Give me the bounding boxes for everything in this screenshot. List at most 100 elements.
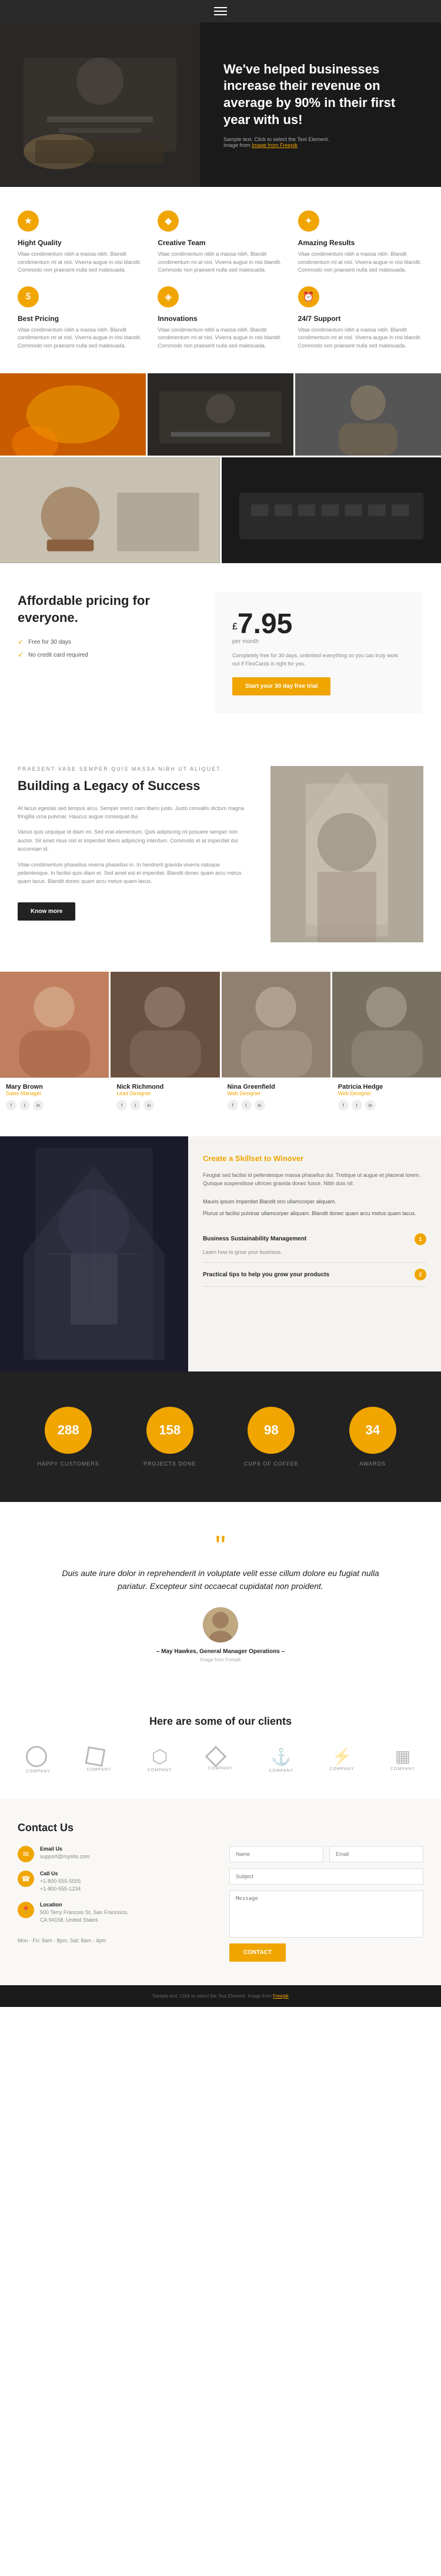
feature-creative: ◆ Creative Team Vitae condimentum nibh a… [158, 210, 283, 275]
content-bullet-1: Mauris ipsum Imperdiet Blandit orci ulla… [203, 1197, 426, 1206]
clients-section: Here are some of our clients COMPANY COM… [0, 1692, 441, 1798]
twitter-icon-1[interactable]: t [19, 1100, 30, 1110]
legacy-heading: Building a Legacy of Success [18, 778, 247, 795]
team-photo-4 [332, 972, 441, 1078]
stat-number-1: 288 [58, 1423, 79, 1438]
team-member-3: Nina Greenfield Web Designer f t in [222, 972, 330, 1119]
phone-value: +1-800-555-5555 +1-800-555-1234 [40, 1878, 81, 1893]
testimonial-name: – May Hawkes, General Manager Operations… [35, 1648, 406, 1655]
instagram-icon-1[interactable]: in [33, 1100, 44, 1110]
team-socials-3: f t in [228, 1100, 325, 1110]
legacy-photo [270, 766, 423, 942]
trial-button[interactable]: Start your 30 day free trial [232, 677, 330, 695]
team-role-1: Sales Manager [6, 1090, 103, 1096]
instagram-icon-3[interactable]: in [255, 1100, 265, 1110]
accordion-title-1[interactable]: Business Sustainability Management 1 [203, 1233, 426, 1245]
price-display: £7.95 [232, 610, 406, 638]
legacy-section: Praesent vase semper quis massa nibh ut … [0, 742, 441, 966]
stat-label-1: HAPPY CUSTOMERS [29, 1461, 108, 1467]
message-textarea[interactable] [229, 1891, 423, 1938]
facebook-icon-1[interactable]: f [6, 1100, 16, 1110]
navigation [0, 0, 441, 22]
instagram-icon-2[interactable]: in [143, 1100, 154, 1110]
feature-quality-text: Vitae condimentum nibh a massa nibh. Bla… [18, 250, 143, 275]
twitter-icon-3[interactable]: t [241, 1100, 252, 1110]
hero-image-link[interactable]: Image from Freepik [252, 142, 298, 148]
feature-results-title: Amazing Results [298, 239, 423, 247]
price-period: per month [232, 638, 406, 645]
menu-button[interactable] [214, 7, 227, 15]
stat-customers: 288 HAPPY CUSTOMERS [18, 1395, 119, 1478]
stat-circle-3: 98 [248, 1407, 295, 1454]
price-currency: £ [232, 622, 238, 632]
feature-innovations-title: Innovations [158, 315, 283, 323]
content-section: Create a Skillset to Winover Feugiat sed… [0, 1136, 441, 1371]
location-label: Location [40, 1902, 128, 1908]
accordion-2[interactable]: Practical tips to help you grow your pro… [203, 1263, 426, 1287]
accordion-1[interactable]: Business Sustainability Management 1 Lea… [203, 1227, 426, 1263]
contact-form: CONTACT [229, 1846, 423, 1962]
contact-hours: Mon - Fri: 9am - 8pm, Sat: 8am - 4pm [18, 1938, 212, 1943]
team-role-3: Web Designer [228, 1090, 325, 1096]
team-photo-2 [111, 972, 219, 1078]
team-name-1: Mary Brown [6, 1083, 103, 1090]
content-right: Create a Skillset to Winover Feugiat sed… [188, 1136, 441, 1371]
price-amount: 7.95 [238, 608, 292, 640]
content-intro: Feugiat sed facilisi id pellentesque mas… [203, 1171, 426, 1188]
features-section: ★ Hight Quality Vitae condimentum nibh a… [0, 187, 441, 373]
contact-location: 📍 Location 500 Terry Francois St, San Fr… [18, 1902, 212, 1925]
name-input[interactable] [229, 1846, 323, 1862]
testimonial-avatar [203, 1607, 238, 1642]
facebook-icon-4[interactable]: f [338, 1100, 349, 1110]
stat-coffee: 98 CUPS OF COFFEE [220, 1395, 322, 1478]
client-logo-7: ▦ COMPANY [382, 1745, 423, 1775]
pricing-right: £7.95 per month Completely free for 30 d… [215, 593, 423, 713]
accordion-title-2[interactable]: Practical tips to help you grow your pro… [203, 1269, 426, 1280]
price-description: Completely free for 30 days, unlimited e… [232, 652, 406, 668]
footer-link[interactable]: Freepik [273, 1993, 289, 1999]
pricing-features-list: ✓ Free for 30 days ✓ No credit card requ… [18, 635, 191, 661]
know-more-button[interactable]: Know more [18, 902, 75, 921]
client-logo-5: ⚓ COMPANY [260, 1745, 302, 1775]
phone-icon: ☎ [18, 1871, 34, 1887]
twitter-icon-4[interactable]: t [352, 1100, 362, 1110]
feature-results-text: Vitae condimentum nibh a massa nibh. Bla… [298, 250, 423, 275]
stat-circle-2: 158 [146, 1407, 193, 1454]
team-grid: Mary Brown Sales Manager f t in Nick Ric… [0, 972, 441, 1119]
hero-image [0, 22, 200, 187]
team-info-2: Nick Richmond Lead Designer f t in [111, 1078, 219, 1119]
stat-label-4: AWARDS [334, 1461, 412, 1467]
facebook-icon-3[interactable]: f [228, 1100, 238, 1110]
team-name-2: Nick Richmond [116, 1083, 213, 1090]
twitter-icon-2[interactable]: t [130, 1100, 141, 1110]
feature-creative-text: Vitae condimentum nibh a massa nibh. Bla… [158, 250, 283, 275]
contact-submit-button[interactable]: CONTACT [229, 1943, 286, 1962]
contact-email: ✉ Email Us support@mysite.com [18, 1846, 212, 1862]
feature-creative-title: Creative Team [158, 239, 283, 247]
results-icon: ✦ [298, 210, 319, 232]
subject-input[interactable] [229, 1868, 423, 1885]
quote-mark: " [35, 1531, 406, 1561]
team-member-4: Patricia Hedge Web Designer f t in [332, 972, 441, 1119]
legacy-image [270, 766, 423, 942]
facebook-icon-2[interactable]: f [116, 1100, 127, 1110]
pricing-left: Affordable pricing for everyone. ✓ Free … [18, 593, 191, 661]
team-info-4: Patricia Hedge Web Designer f t in [332, 1078, 441, 1119]
feature-results: ✦ Amazing Results Vitae condimentum nibh… [298, 210, 423, 275]
stat-number-3: 98 [264, 1423, 278, 1438]
contact-grid: ✉ Email Us support@mysite.com ☎ Call Us … [18, 1846, 423, 1962]
form-name-email-row [229, 1846, 423, 1862]
content-image [0, 1136, 188, 1371]
legacy-left: Praesent vase semper quis massa nibh ut … [18, 766, 247, 921]
team-socials-2: f t in [116, 1100, 213, 1110]
feature-support-title: 24/7 Support [298, 315, 423, 323]
team-member-2: Nick Richmond Lead Designer f t in [111, 972, 219, 1119]
stat-number-4: 34 [366, 1423, 380, 1438]
instagram-icon-4[interactable]: in [365, 1100, 376, 1110]
email-input[interactable] [329, 1846, 423, 1862]
legacy-para-3: Vitae condimentum phasellus viverra phas… [18, 861, 247, 886]
photo-coffee [0, 457, 220, 563]
stat-label-2: PROJECTS DONE [131, 1461, 209, 1467]
team-socials-1: f t in [6, 1100, 103, 1110]
feature-innovations-text: Vitae condimentum nibh a massa nibh. Bla… [158, 326, 283, 350]
